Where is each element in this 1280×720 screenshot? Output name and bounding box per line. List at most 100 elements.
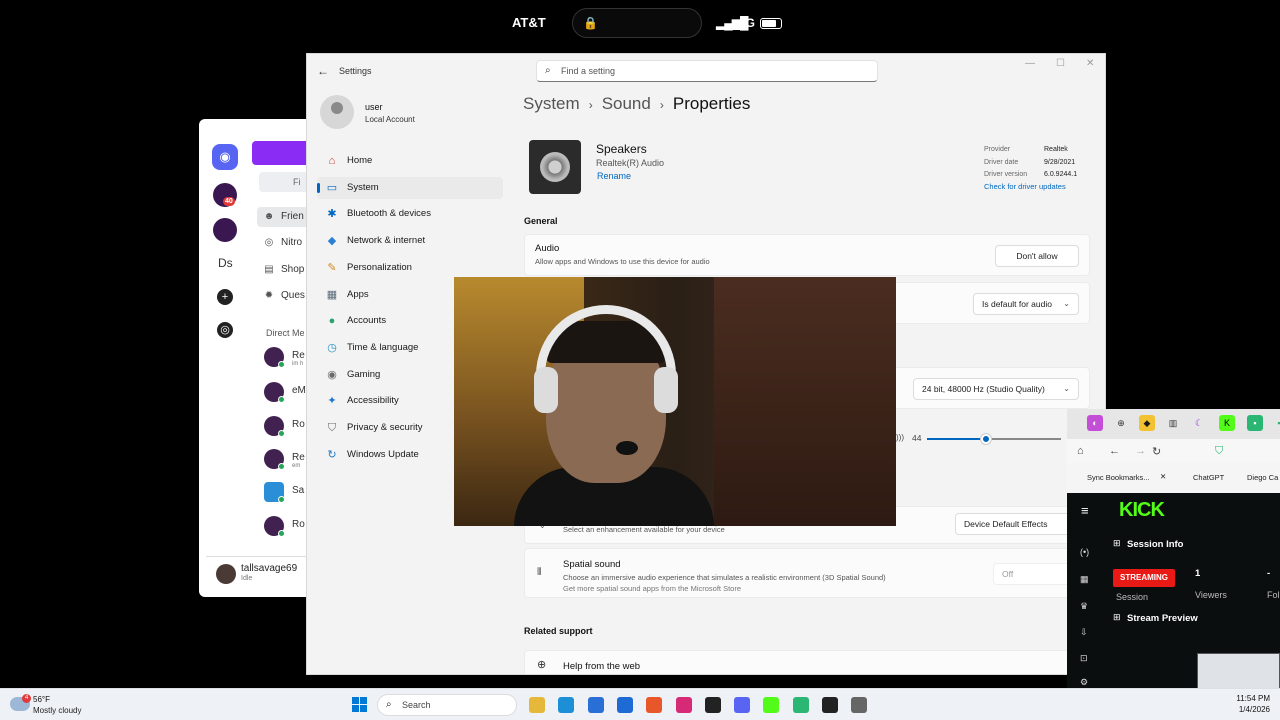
- tab-icon[interactable]: ☾: [1191, 415, 1207, 431]
- start-button[interactable]: [352, 697, 368, 713]
- audio-desc: Allow apps and Windows to use this devic…: [535, 257, 710, 266]
- nav-shop[interactable]: ▤ Shop: [257, 260, 307, 280]
- tab-icon[interactable]: ▪: [1247, 415, 1263, 431]
- kick-logo[interactable]: KICK: [1119, 499, 1165, 522]
- kick-icon[interactable]: [763, 697, 780, 713]
- close-icon[interactable]: ✕: [1160, 472, 1166, 481]
- hamburger-menu-icon[interactable]: ≡: [1081, 503, 1089, 518]
- audio-editor-icon[interactable]: [704, 697, 721, 713]
- server-avatar[interactable]: [213, 218, 237, 242]
- bookmark-item[interactable]: Sync Bookmarks...: [1087, 473, 1150, 482]
- server-ds[interactable]: Ds: [218, 256, 233, 270]
- discord-icon[interactable]: [734, 697, 751, 713]
- maximize-button[interactable]: ☐: [1056, 58, 1065, 69]
- volume-thumb[interactable]: [980, 434, 991, 444]
- spatial-audio-icon: ⦀: [537, 567, 542, 578]
- discover-icon[interactable]: ◎: [217, 322, 233, 338]
- nav-nitro[interactable]: ◎ Nitro: [257, 233, 307, 253]
- stream-preview-thumbnail[interactable]: [1197, 653, 1280, 689]
- shield-icon[interactable]: ⛉: [1215, 445, 1223, 458]
- settings-search-input[interactable]: ⌕ Find a setting: [536, 60, 878, 82]
- driver-info: Provider Realtek Driver date 9/28/2021 Dri…: [984, 144, 1094, 182]
- browser-tab-strip: ◐ ⊕ ◆ ▥ ☾ K ▪ ▪: [1067, 409, 1280, 439]
- globe-icon: ⊕: [537, 659, 547, 671]
- format-dropdown[interactable]: 24 bit, 48000 Hz (Studio Quality) ⌄: [913, 378, 1079, 400]
- tab-icon[interactable]: ▥: [1165, 415, 1181, 431]
- forward-icon[interactable]: →: [1135, 445, 1146, 457]
- enhance-desc: Select an enhancement available for your…: [563, 525, 725, 534]
- bookmark-item[interactable]: Diego Ca: [1247, 473, 1278, 482]
- nav-item-system[interactable]: ▭ System: [317, 176, 503, 199]
- tab-icon[interactable]: ◆: [1139, 415, 1155, 431]
- check-driver-updates-link[interactable]: Check for driver updates: [984, 182, 1066, 191]
- weather-widget[interactable]: 4 56°F Mostly cloudy: [10, 694, 120, 718]
- dm-item[interactable]: Ro: [264, 416, 307, 440]
- mail-icon[interactable]: [616, 697, 633, 713]
- headset-earcup: [534, 367, 558, 413]
- edge-icon[interactable]: [558, 697, 575, 713]
- account-type: Local Account: [365, 115, 415, 124]
- dm-item[interactable]: Ro: [264, 516, 307, 540]
- user-panel[interactable]: tallsavage69 Idle: [206, 556, 307, 592]
- add-server-icon[interactable]: +: [217, 289, 233, 305]
- obs-icon[interactable]: [822, 697, 838, 713]
- breadcrumb-system[interactable]: System: [523, 94, 580, 113]
- nav-item-network-internet[interactable]: ◆ Network & internet: [317, 230, 503, 252]
- nitro-banner[interactable]: [252, 141, 307, 165]
- tab-icon[interactable]: ▪: [1271, 415, 1280, 431]
- back-icon[interactable]: ←: [1109, 445, 1120, 457]
- dm-item[interactable]: Re im h: [264, 347, 307, 371]
- nav-item-bluetooth-devices[interactable]: ✱ Bluetooth & devices: [317, 203, 503, 225]
- target-icon[interactable]: ⊡: [1080, 653, 1088, 664]
- nav-item-home[interactable]: ⌂ Home: [317, 150, 503, 172]
- live-icon[interactable]: (•): [1080, 547, 1089, 557]
- rename-link[interactable]: Rename: [597, 171, 631, 181]
- taskbar-search[interactable]: ⌕ Search: [377, 694, 517, 716]
- nav-quests[interactable]: ✹ Ques: [257, 286, 307, 306]
- home-icon[interactable]: ⌂: [1077, 445, 1084, 457]
- dont-allow-button[interactable]: Don't allow: [995, 245, 1079, 267]
- bookmark-item[interactable]: ChatGPT: [1193, 473, 1224, 482]
- dm-name: Re: [292, 350, 305, 361]
- chart-icon[interactable]: ▦: [1080, 574, 1089, 585]
- volume-slider[interactable]: [927, 434, 1061, 444]
- dm-item[interactable]: Re em: [264, 449, 307, 473]
- kick-tab-icon[interactable]: K: [1219, 415, 1235, 431]
- instagram-icon[interactable]: [675, 697, 692, 713]
- breadcrumb-sound[interactable]: Sound: [602, 94, 651, 113]
- kick-studio-icon[interactable]: [792, 697, 809, 713]
- spatial-store-link[interactable]: Get more spatial sound apps from the Mic…: [563, 584, 741, 593]
- system-icon: ▭: [326, 181, 338, 194]
- nav-friends[interactable]: ☻ Frien: [257, 207, 307, 227]
- minimize-button[interactable]: —: [1025, 58, 1035, 69]
- back-arrow-icon[interactable]: ←: [317, 64, 329, 78]
- dm-item[interactable]: eM: [264, 382, 307, 406]
- shop-icon: ▤: [264, 264, 274, 275]
- nav-item-personalization[interactable]: ✎ Personalization: [317, 257, 503, 279]
- close-button[interactable]: ✕: [1086, 58, 1094, 69]
- preview-icon: ⊞: [1113, 612, 1121, 622]
- default-audio-dropdown[interactable]: Is default for audio ⌄: [973, 293, 1079, 315]
- find-conversation-input[interactable]: Fi: [259, 172, 307, 192]
- clock-date: 1/4/2026: [1238, 705, 1270, 714]
- gear-icon[interactable]: ⚙: [1080, 677, 1088, 688]
- trophy-icon[interactable]: ♛: [1080, 601, 1088, 612]
- file-explorer-icon[interactable]: [529, 697, 545, 713]
- download-icon[interactable]: ⇩: [1080, 627, 1088, 638]
- clock[interactable]: 11:54 PM 1/4/2026: [1222, 693, 1270, 715]
- account-avatar[interactable]: [320, 95, 354, 129]
- discord-home-icon[interactable]: ◉: [212, 144, 238, 170]
- nav-label: Apps: [347, 288, 369, 300]
- store-icon[interactable]: [587, 697, 604, 713]
- help-card[interactable]: ⊕ Help from the web: [524, 650, 1090, 674]
- settings-icon[interactable]: [851, 697, 868, 713]
- friends-icon: ☻: [263, 211, 275, 222]
- reload-icon[interactable]: ↻: [1152, 445, 1161, 458]
- tab-icon[interactable]: ⊕: [1113, 415, 1129, 431]
- spatial-sound-card: ⦀ Spatial sound Choose an immersive audi…: [524, 548, 1090, 598]
- nav-label: Time & language: [347, 341, 419, 353]
- brave-icon[interactable]: [646, 697, 663, 713]
- dm-item[interactable]: Sa: [264, 482, 307, 506]
- headset-earcup: [654, 367, 678, 413]
- tab-icon[interactable]: ◐: [1087, 415, 1103, 431]
